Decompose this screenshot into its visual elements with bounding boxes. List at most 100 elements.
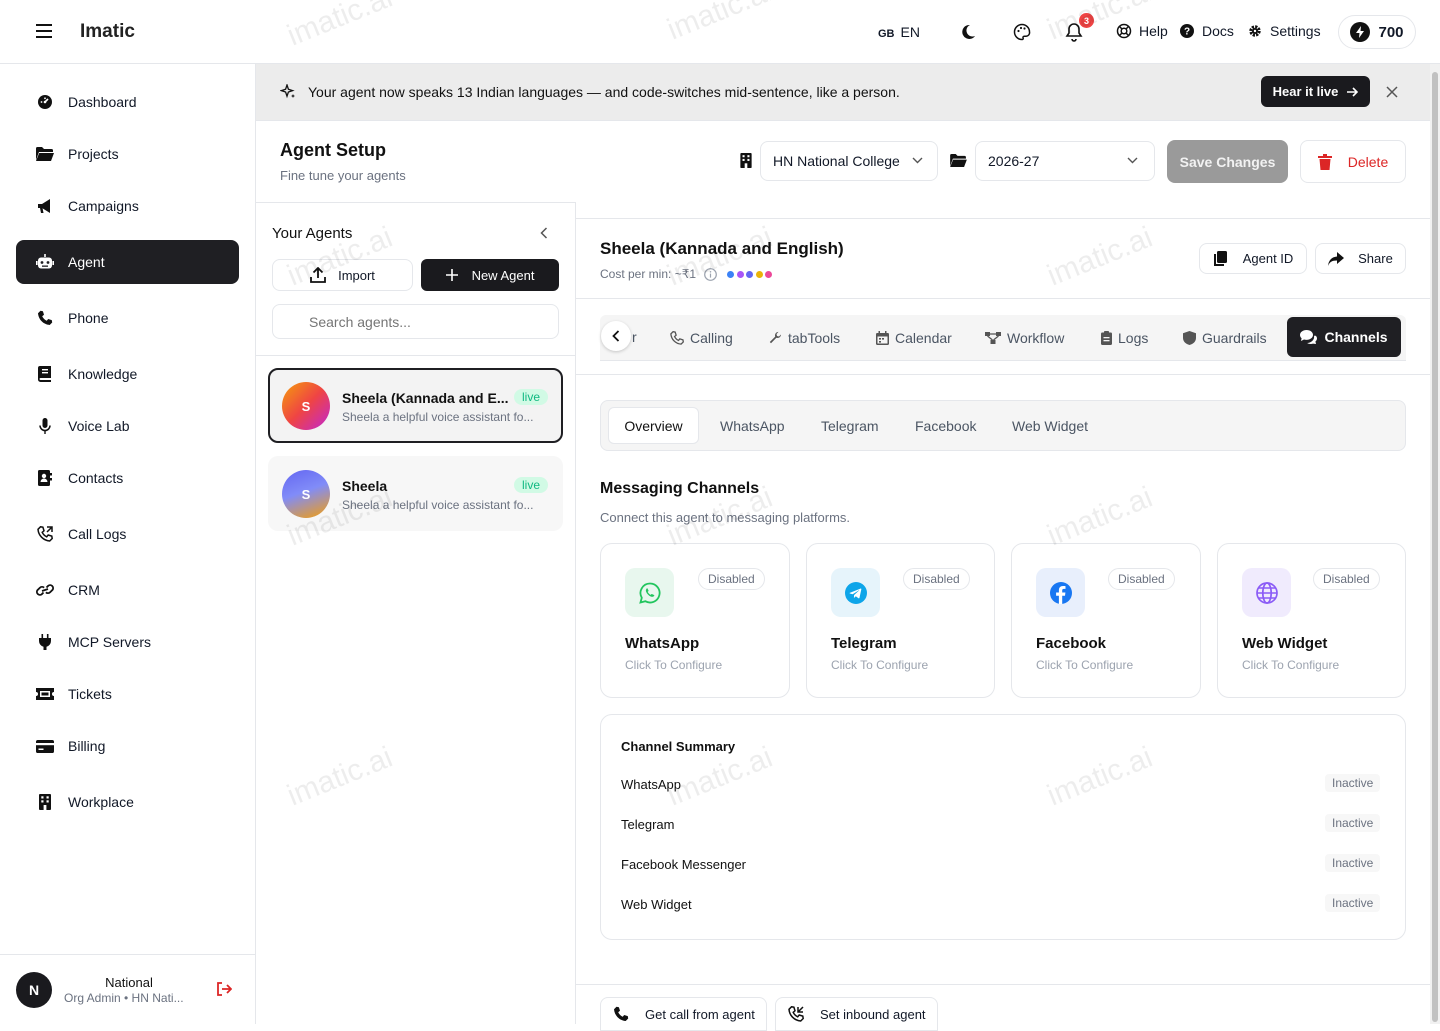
agent-list-item[interactable]: S Sheela Sheela a helpful voice assistan… bbox=[268, 456, 563, 531]
tab-label: Logs bbox=[1118, 330, 1149, 346]
organization-select[interactable]: HN National College bbox=[760, 141, 938, 181]
docs-link[interactable]: ? Docs bbox=[1180, 23, 1234, 39]
trash-icon bbox=[1317, 153, 1332, 170]
tab-label: Calendar bbox=[895, 330, 952, 346]
workflow-icon bbox=[985, 331, 1001, 345]
agent-list-item[interactable]: S Sheela (Kannada and E... Sheela a help… bbox=[268, 368, 563, 443]
phone-log-icon bbox=[36, 525, 54, 543]
agent-id-button[interactable]: Agent ID bbox=[1199, 243, 1307, 274]
user-role: Org Admin • HN Nati... bbox=[64, 991, 184, 1005]
hear-it-live-button[interactable]: Hear it live bbox=[1261, 76, 1370, 107]
sidebar-item-billing[interactable]: Billing bbox=[16, 724, 239, 768]
sidebar-item-label: Voice Lab bbox=[68, 418, 130, 434]
page-scrollbar[interactable] bbox=[1430, 64, 1440, 1024]
channel-card-web-widget[interactable]: Disabled Web Widget Click To Configure bbox=[1217, 543, 1406, 698]
sidebar-item-call-logs[interactable]: Call Logs bbox=[16, 512, 239, 556]
set-inbound-agent-button[interactable]: Set inbound agent bbox=[775, 997, 938, 1031]
channel-action: Click To Configure bbox=[1036, 658, 1134, 672]
tab-tools[interactable]: tabTools bbox=[768, 326, 840, 350]
sidebar-item-phone[interactable]: Phone bbox=[16, 296, 239, 340]
get-call-from-agent-button[interactable]: Get call from agent bbox=[600, 997, 767, 1031]
section-title: Messaging Channels bbox=[600, 480, 760, 497]
sidebar-item-contacts[interactable]: Contacts bbox=[16, 456, 239, 500]
channel-name: WhatsApp bbox=[625, 635, 700, 652]
sidebar-item-mcp-servers[interactable]: MCP Servers bbox=[16, 620, 239, 664]
incoming-call-icon bbox=[788, 1006, 804, 1022]
share-button[interactable]: Share bbox=[1315, 243, 1406, 274]
sidebar-item-agent[interactable]: Agent bbox=[16, 240, 239, 284]
tab-channels[interactable]: Channels bbox=[1287, 317, 1401, 357]
academic-year-select-value: 2026-27 bbox=[988, 153, 1040, 169]
sidebar-item-tickets[interactable]: Tickets bbox=[16, 672, 239, 716]
sidebar-item-label: Billing bbox=[68, 738, 106, 754]
user-name: National bbox=[105, 975, 153, 990]
sidebar-item-voice-lab[interactable]: Voice Lab bbox=[16, 404, 239, 448]
logout-icon[interactable] bbox=[216, 982, 232, 996]
close-icon[interactable] bbox=[1386, 86, 1398, 98]
tab-guardrails[interactable]: Guardrails bbox=[1183, 326, 1267, 350]
channel-card-facebook[interactable]: Disabled Facebook Click To Configure bbox=[1011, 543, 1201, 698]
tab-calling[interactable]: Calling bbox=[670, 326, 733, 350]
sub-tab-telegram[interactable]: Telegram bbox=[821, 408, 879, 444]
delete-label: Delete bbox=[1347, 153, 1389, 170]
sub-tab-facebook[interactable]: Facebook bbox=[915, 408, 976, 444]
tab-logs[interactable]: Logs bbox=[1101, 326, 1148, 350]
save-changes-button[interactable]: Save Changes bbox=[1167, 140, 1288, 183]
channel-card-telegram[interactable]: Disabled Telegram Click To Configure bbox=[806, 543, 995, 698]
sub-tab-web-widget[interactable]: Web Widget bbox=[1012, 408, 1088, 444]
section-subtitle: Connect this agent to messaging platform… bbox=[600, 510, 851, 525]
search-agents-input[interactable] bbox=[272, 304, 559, 339]
sidebar-item-label: Tickets bbox=[68, 686, 112, 702]
sidebar-item-crm[interactable]: CRM bbox=[16, 568, 239, 612]
channel-card-whatsapp[interactable]: Disabled WhatsApp Click To Configure bbox=[600, 543, 790, 698]
user-panel: N National Org Admin • HN Nati... bbox=[0, 954, 255, 1024]
tab-partial[interactable]: r bbox=[632, 329, 637, 345]
sidebar-item-knowledge[interactable]: Knowledge bbox=[16, 352, 239, 396]
settings-link[interactable]: Settings bbox=[1248, 23, 1321, 39]
scrollbar-thumb[interactable] bbox=[1432, 72, 1438, 1022]
tab-label: tabTools bbox=[788, 330, 841, 346]
share-label: Share bbox=[1358, 251, 1393, 266]
sidebar: Dashboard Projects Campaigns Agent Phone… bbox=[0, 64, 256, 1024]
chevron-down-icon bbox=[1127, 157, 1138, 164]
tab-workflow[interactable]: Workflow bbox=[985, 326, 1064, 350]
folder-icon bbox=[36, 145, 54, 163]
question-icon: ? bbox=[1180, 24, 1194, 38]
academic-year-select[interactable]: 2026-27 bbox=[975, 141, 1155, 181]
menu-icon[interactable] bbox=[36, 24, 52, 38]
sidebar-item-dashboard[interactable]: Dashboard bbox=[16, 80, 239, 124]
building-icon bbox=[740, 153, 752, 168]
sub-tab-overview[interactable]: Overview bbox=[608, 407, 699, 444]
import-button[interactable]: Import bbox=[272, 259, 413, 291]
credits-button[interactable]: 700 bbox=[1338, 15, 1416, 49]
sidebar-item-campaigns[interactable]: Campaigns bbox=[16, 184, 239, 228]
tab-label: Workflow bbox=[1007, 330, 1065, 346]
moon-icon[interactable] bbox=[960, 24, 976, 40]
sidebar-item-label: MCP Servers bbox=[68, 634, 151, 650]
palette-icon[interactable] bbox=[1013, 23, 1031, 41]
scroll-tabs-left-button[interactable] bbox=[601, 321, 631, 351]
summary-status: Inactive bbox=[1325, 894, 1381, 912]
language-dot bbox=[746, 270, 754, 278]
collapse-panel-icon[interactable] bbox=[540, 227, 548, 239]
credits-count: 700 bbox=[1378, 23, 1404, 41]
help-label: Help bbox=[1139, 23, 1168, 39]
megaphone-icon bbox=[36, 197, 54, 215]
sidebar-item-label: Phone bbox=[68, 310, 109, 326]
calendar-icon bbox=[876, 331, 889, 345]
summary-status: Inactive bbox=[1325, 854, 1381, 872]
language-selector[interactable]: GB EN bbox=[878, 24, 920, 40]
info-icon[interactable] bbox=[704, 267, 717, 281]
app-logo[interactable]: Imatic bbox=[80, 21, 135, 43]
sub-tab-whatsapp[interactable]: WhatsApp bbox=[720, 408, 785, 444]
language-dots bbox=[727, 270, 773, 278]
delete-button[interactable]: Delete bbox=[1300, 140, 1406, 183]
language-dot bbox=[755, 270, 763, 278]
sidebar-item-projects[interactable]: Projects bbox=[16, 132, 239, 176]
sidebar-item-workplace[interactable]: Workplace bbox=[16, 780, 239, 824]
new-agent-button[interactable]: New Agent bbox=[421, 259, 559, 291]
avatar[interactable]: N bbox=[16, 972, 52, 1008]
tab-calendar[interactable]: Calendar bbox=[876, 326, 952, 350]
robot-icon bbox=[36, 253, 54, 271]
help-link[interactable]: Help bbox=[1116, 23, 1168, 39]
